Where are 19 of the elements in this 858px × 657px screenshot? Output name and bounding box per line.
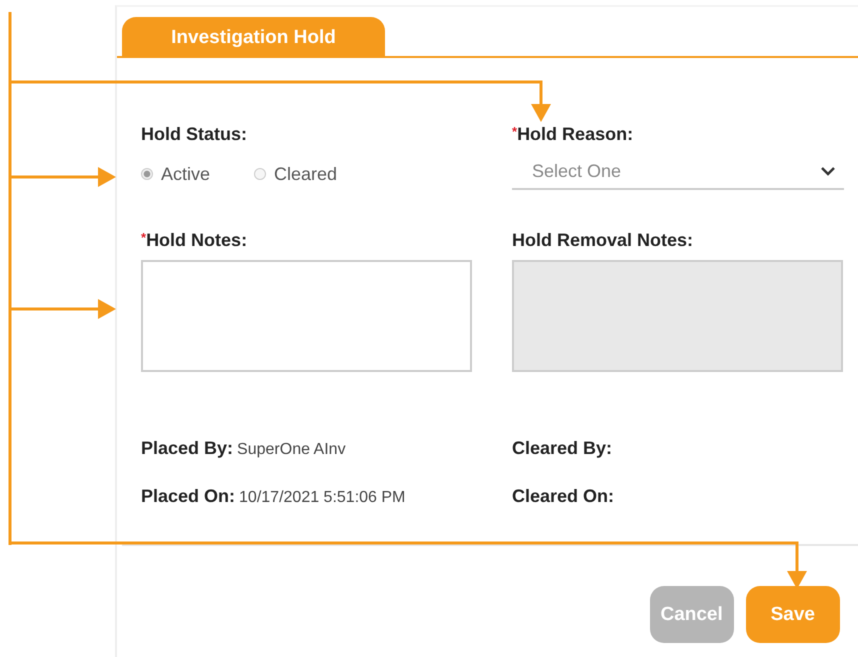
info-label: Placed On: bbox=[141, 486, 236, 507]
info-label: Cleared By: bbox=[512, 438, 612, 459]
tab[interactable]: Investigation Hold bbox=[122, 17, 385, 56]
field-label: Hold Notes: bbox=[146, 230, 248, 250]
info-value: 10/17/2021 5:51:06 PM bbox=[239, 489, 406, 507]
field-label: Hold Status: bbox=[141, 124, 247, 144]
info-label: Placed By: bbox=[141, 438, 234, 459]
text-area[interactable] bbox=[141, 260, 472, 372]
field-label: Hold Reason: bbox=[517, 124, 634, 144]
field-label: Hold Removal Notes: bbox=[512, 230, 694, 250]
chevron-down-icon bbox=[820, 166, 836, 176]
info-label: Cleared On: bbox=[512, 486, 614, 507]
radio-label: Cleared bbox=[274, 164, 338, 184]
radio-label: Active bbox=[161, 164, 210, 184]
required-mark: * bbox=[512, 124, 518, 139]
required-mark: * bbox=[141, 230, 146, 245]
info-value: SuperOne AInv bbox=[237, 441, 346, 459]
select-field[interactable]: Select One bbox=[512, 154, 844, 190]
button[interactable]: Save bbox=[746, 586, 840, 643]
